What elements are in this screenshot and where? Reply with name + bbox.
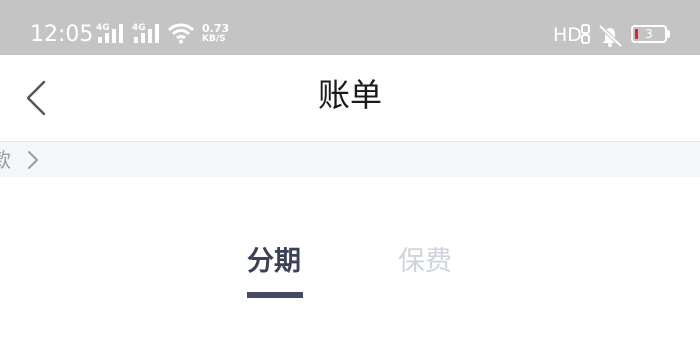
notice-strip[interactable]: 款 [0, 142, 700, 177]
tab-insurance[interactable]: 保费 [398, 244, 452, 280]
network-speed-value: 0.73 [202, 22, 230, 35]
tab-active-indicator [247, 292, 303, 298]
wifi-icon [167, 23, 195, 44]
battery-level: 3 [645, 27, 653, 41]
notice-text: 款 [0, 148, 11, 172]
page-title: 账单 [317, 76, 382, 114]
signal-4g-icon: 4G [132, 23, 166, 45]
battery-icon: 3 [631, 25, 667, 43]
network-speed: 0.73 KB/S [202, 23, 232, 45]
nav-bar: 账单 [0, 55, 700, 141]
network-speed-unit: KB/S [202, 34, 226, 44]
back-button[interactable] [14, 73, 60, 123]
hd-voice-label: HD [553, 24, 582, 46]
status-bar: 12:05 4G 4G 0.73 KB/S HD 3 [0, 0, 700, 55]
tab-installment[interactable]: 分期 [247, 244, 301, 280]
mute-icon [598, 24, 623, 47]
status-time: 12:05 [30, 22, 94, 47]
signal-4g-icon: 4G [96, 23, 130, 45]
battery-tip [667, 30, 670, 38]
chevron-right-icon [28, 151, 38, 169]
chevron-left-icon [26, 80, 46, 116]
hd-voice-icon [581, 24, 590, 44]
